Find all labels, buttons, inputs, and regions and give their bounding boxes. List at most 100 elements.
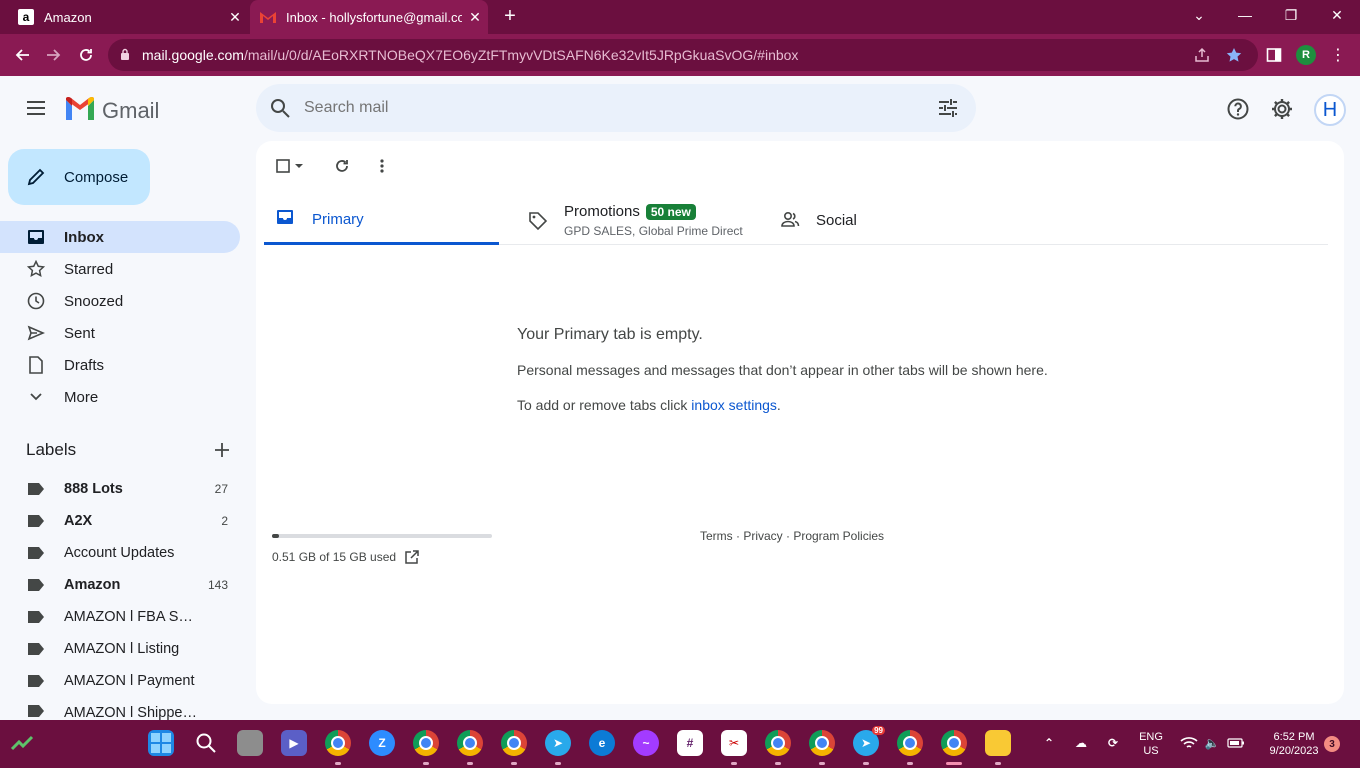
share-icon[interactable] <box>1190 43 1214 67</box>
account-avatar[interactable]: H <box>1314 94 1346 126</box>
label-tag-icon <box>28 515 44 527</box>
snipping-tool-icon[interactable]: ✂ <box>721 730 747 756</box>
sidebar-item-starred[interactable]: Starred <box>0 253 240 285</box>
meet-now-icon[interactable]: ▶ <box>281 730 307 756</box>
label-item[interactable]: AMAZON l Shipped Order <box>0 697 240 720</box>
sidebar-item-more[interactable]: More <box>0 381 240 413</box>
chrome-profile-icon[interactable] <box>765 730 791 756</box>
search-options-icon[interactable] <box>936 96 960 120</box>
sidebar-item-sent[interactable]: Sent <box>0 317 240 349</box>
running-indicator <box>907 762 913 765</box>
running-indicator <box>467 762 473 765</box>
gmail-logo[interactable]: Gmail <box>64 96 159 125</box>
settings-gear-icon[interactable] <box>1270 97 1294 121</box>
tab-promotions[interactable]: Promotions 50 new GPD SALES, Global Prime… <box>516 196 766 245</box>
search-bar[interactable] <box>256 84 976 132</box>
sidebar-item-snoozed[interactable]: Snoozed <box>0 285 240 317</box>
telegram-icon[interactable]: ➤ <box>545 730 571 756</box>
refresh-icon[interactable] <box>331 155 353 177</box>
onedrive-error-icon[interactable]: ☁ <box>1068 730 1094 756</box>
close-icon[interactable]: ✕ <box>222 9 248 26</box>
empty-state-hint: To add or remove tabs click inbox settin… <box>517 397 781 413</box>
chrome-profile-icon[interactable] <box>897 730 923 756</box>
sync-icon[interactable]: ⟳ <box>1100 730 1126 756</box>
tab-title: Inbox - hollysfortune@gmail.com <box>286 9 462 25</box>
side-panel-icon[interactable] <box>1262 43 1286 67</box>
label-item[interactable]: 888 Lots 27 <box>0 473 240 505</box>
stocks-widget-icon[interactable] <box>8 730 36 756</box>
running-indicator <box>511 762 517 765</box>
storage-usage-text: 0.51 GB of 15 GB used <box>272 550 397 564</box>
zoom-icon[interactable]: Z <box>369 730 395 756</box>
sidebar-item-label: More <box>64 388 99 406</box>
label-item[interactable]: A2X 2 <box>0 505 240 537</box>
label-item[interactable]: AMAZON l Payment <box>0 665 240 697</box>
tab-primary[interactable]: Primary <box>264 196 499 245</box>
restore-button[interactable]: ❐ <box>1268 0 1314 30</box>
volume-icon[interactable]: 🔈 <box>1199 730 1225 756</box>
browser-tab-amazon[interactable]: a Amazon ✕ <box>8 0 248 34</box>
help-icon[interactable] <box>1226 97 1250 121</box>
label-item[interactable]: AMAZON l FBA Shipmen... <box>0 601 240 633</box>
label-name: AMAZON l FBA Shipmen... <box>64 609 200 625</box>
select-dropdown-icon[interactable] <box>292 155 306 177</box>
running-indicator <box>819 762 825 765</box>
chrome-profile-icon[interactable] <box>941 730 967 756</box>
main-menu-icon[interactable] <box>24 96 48 120</box>
chevron-down-icon <box>26 387 46 407</box>
hint-prefix: To add or remove tabs click <box>517 397 692 413</box>
tab-search-icon[interactable]: ⌄ <box>1176 0 1222 30</box>
windows-start-icon[interactable] <box>148 730 174 756</box>
minimize-button[interactable]: — <box>1222 0 1268 30</box>
task-view-icon[interactable] <box>237 730 263 756</box>
edge-icon[interactable]: e <box>589 730 615 756</box>
search-input[interactable] <box>304 99 904 117</box>
window-close-button[interactable]: ✕ <box>1314 0 1360 30</box>
inbox-icon <box>276 209 296 229</box>
kebab-menu-icon[interactable]: ⋮ <box>1326 43 1350 67</box>
chrome-profile-icon[interactable] <box>809 730 835 756</box>
search-icon[interactable] <box>193 730 219 756</box>
reload-icon[interactable] <box>74 43 98 67</box>
chrome-profile-icon[interactable] <box>457 730 483 756</box>
label-tag-icon <box>28 611 44 623</box>
label-item[interactable]: AMAZON l Listing <box>0 633 240 665</box>
chrome-profile-icon[interactable] <box>501 730 527 756</box>
label-item[interactable]: Amazon 143 <box>0 569 240 601</box>
address-bar[interactable]: mail.google.com/mail/u/0/d/AEoRXRTNOBeQX… <box>108 39 1258 71</box>
new-tab-button[interactable]: + <box>498 5 522 29</box>
compose-button[interactable]: Compose <box>8 149 150 205</box>
sidebar-item-drafts[interactable]: Drafts <box>0 349 240 381</box>
storage-usage-fill <box>272 534 280 538</box>
chevron-up-icon[interactable]: ⌃ <box>1036 730 1062 756</box>
label-item[interactable]: Account Updates <box>0 537 240 569</box>
close-icon[interactable]: ✕ <box>462 9 488 26</box>
more-actions-icon[interactable] <box>371 155 393 177</box>
search-icon[interactable] <box>268 96 292 120</box>
select-checkbox[interactable] <box>272 155 294 177</box>
battery-icon[interactable] <box>1223 730 1249 756</box>
bookmark-star-icon[interactable] <box>1222 43 1246 67</box>
forward-icon[interactable] <box>42 43 66 67</box>
open-external-icon[interactable] <box>404 549 420 565</box>
active-app-indicator <box>946 762 962 765</box>
chrome-profile-icon[interactable] <box>413 730 439 756</box>
file-explorer-icon[interactable] <box>985 730 1011 756</box>
browser-tab-gmail[interactable]: Inbox - hollysfortune@gmail.com ✕ <box>250 0 488 34</box>
messenger-icon[interactable]: ~ <box>633 730 659 756</box>
input-language[interactable]: ENG US <box>1134 730 1168 758</box>
telegram-icon[interactable]: 99 ➤ <box>853 726 885 756</box>
tab-social[interactable]: Social <box>768 196 968 245</box>
notification-badge[interactable]: 3 <box>1324 736 1340 752</box>
chrome-profile-icon[interactable] <box>325 730 351 756</box>
profile-avatar[interactable]: R <box>1296 45 1316 65</box>
back-icon[interactable] <box>10 43 34 67</box>
add-label-icon[interactable] <box>212 440 232 460</box>
footer-links[interactable]: Terms · Privacy · Program Policies <box>700 529 884 543</box>
slack-icon[interactable]: # <box>677 730 703 756</box>
storage-usage[interactable]: 0.51 GB of 15 GB used <box>272 549 420 565</box>
label-tag-icon <box>28 705 44 717</box>
sidebar-item-inbox[interactable]: Inbox <box>0 221 240 253</box>
new-count-badge: 50 new <box>645 204 696 220</box>
inbox-settings-link[interactable]: inbox settings <box>691 397 777 413</box>
